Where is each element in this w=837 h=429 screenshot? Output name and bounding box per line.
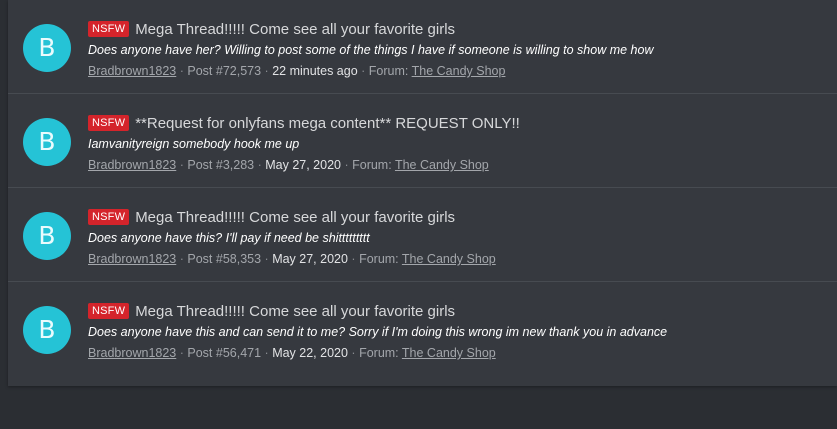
post-number: Post #72,573 (187, 64, 262, 78)
separator: · (361, 64, 369, 78)
result-meta: Bradbrown1823 · Post #3,283 · May 27, 20… (88, 155, 829, 175)
forum-link[interactable]: The Candy Shop (412, 64, 506, 78)
nsfw-badge: NSFW (88, 21, 130, 37)
separator: · (351, 346, 360, 360)
author-link[interactable]: Bradbrown1823 (88, 64, 176, 78)
post-number: Post #58,353 (187, 252, 262, 266)
forum-label: Forum: (352, 158, 395, 172)
title-row: NSFW Mega Thread!!!!! Come see all your … (88, 300, 829, 322)
author-link[interactable]: Bradbrown1823 (88, 346, 176, 360)
post-number: Post #3,283 (187, 158, 255, 172)
result-item: B NSFW Mega Thread!!!!! Come see all you… (8, 282, 837, 375)
nsfw-badge: NSFW (88, 115, 130, 131)
result-body: NSFW Mega Thread!!!!! Come see all your … (88, 300, 829, 363)
avatar[interactable]: B (23, 24, 71, 72)
thread-title-link[interactable]: Mega Thread!!!!! Come see all your favor… (135, 303, 455, 320)
result-item: B NSFW Mega Thread!!!!! Come see all you… (8, 188, 837, 282)
avatar[interactable]: B (23, 306, 71, 354)
author-link[interactable]: Bradbrown1823 (88, 158, 176, 172)
post-number: Post #56,471 (187, 346, 262, 360)
avatar[interactable]: B (23, 212, 71, 260)
post-snippet[interactable]: Iamvanityreign somebody hook me up (88, 135, 829, 154)
thread-title-link[interactable]: Mega Thread!!!!! Come see all your favor… (135, 21, 455, 38)
post-time: May 22, 2020 (272, 346, 348, 360)
nsfw-badge: NSFW (88, 209, 130, 225)
forum-label: Forum: (359, 252, 402, 266)
forum-link[interactable]: The Candy Shop (395, 158, 489, 172)
result-meta: Bradbrown1823 · Post #58,353 · May 27, 2… (88, 249, 829, 269)
search-results-list: B NSFW Mega Thread!!!!! Come see all you… (8, 0, 837, 386)
separator: · (344, 158, 353, 172)
forum-link[interactable]: The Candy Shop (402, 346, 496, 360)
nsfw-badge: NSFW (88, 303, 130, 319)
result-body: NSFW **Request for onlyfans mega content… (88, 112, 829, 175)
thread-title-link[interactable]: **Request for onlyfans mega content** RE… (135, 115, 520, 132)
forum-link[interactable]: The Candy Shop (402, 252, 496, 266)
author-link[interactable]: Bradbrown1823 (88, 252, 176, 266)
post-snippet[interactable]: Does anyone have this and can send it to… (88, 323, 829, 342)
title-row: NSFW **Request for onlyfans mega content… (88, 112, 829, 134)
result-item: B NSFW Mega Thread!!!!! Come see all you… (8, 0, 837, 94)
forum-label: Forum: (359, 346, 402, 360)
forum-label: Forum: (368, 64, 412, 78)
post-time: May 27, 2020 (272, 252, 348, 266)
result-meta: Bradbrown1823 · Post #72,573 · 22 minute… (88, 61, 829, 81)
result-body: NSFW Mega Thread!!!!! Come see all your … (88, 206, 829, 269)
title-row: NSFW Mega Thread!!!!! Come see all your … (88, 206, 829, 228)
result-item: B NSFW **Request for onlyfans mega conte… (8, 94, 837, 188)
separator: · (351, 252, 360, 266)
post-time: May 27, 2020 (265, 158, 341, 172)
post-snippet[interactable]: Does anyone have this? I'll pay if need … (88, 229, 829, 248)
post-time: 22 minutes ago (272, 64, 358, 78)
thread-title-link[interactable]: Mega Thread!!!!! Come see all your favor… (135, 209, 455, 226)
post-snippet[interactable]: Does anyone have her? Willing to post so… (88, 41, 829, 60)
result-body: NSFW Mega Thread!!!!! Come see all your … (88, 18, 829, 81)
result-meta: Bradbrown1823 · Post #56,471 · May 22, 2… (88, 343, 829, 363)
title-row: NSFW Mega Thread!!!!! Come see all your … (88, 18, 829, 40)
avatar[interactable]: B (23, 118, 71, 166)
